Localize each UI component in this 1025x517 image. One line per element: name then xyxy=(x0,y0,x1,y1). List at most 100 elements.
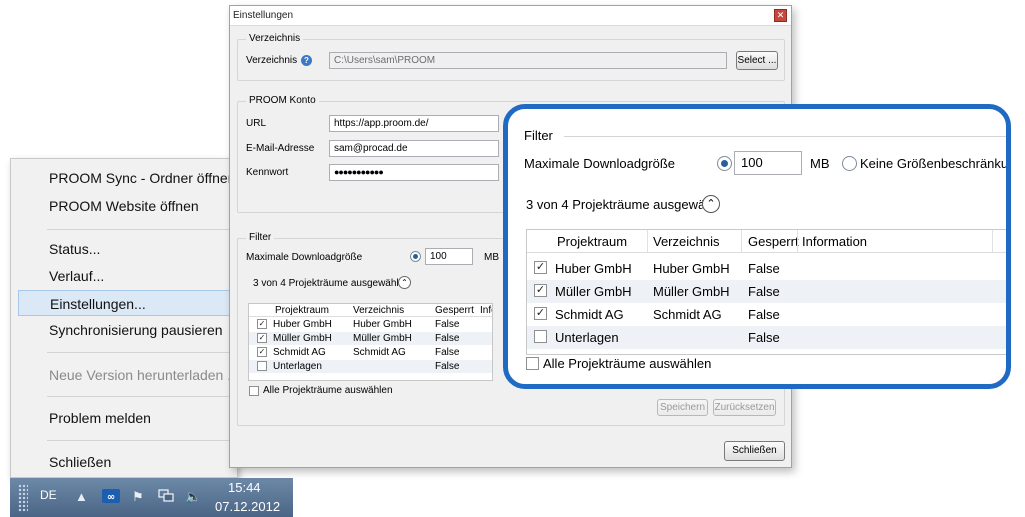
no-limit-radio[interactable] xyxy=(842,156,857,171)
locked-cell: False xyxy=(435,347,460,358)
network-icon[interactable] xyxy=(158,489,174,506)
collapse-chevron-icon[interactable]: ⌃ xyxy=(398,276,411,289)
directory-cell: Huber GmbH xyxy=(653,261,730,276)
directory-cell: Müller GmbH xyxy=(653,284,730,299)
clock-time[interactable]: 15:44 xyxy=(228,480,261,495)
unit-label: MB xyxy=(484,252,499,263)
email-field[interactable]: sam@procad.de xyxy=(329,140,499,157)
project-cell: Schmidt AG xyxy=(273,347,326,358)
volume-icon[interactable]: 🔈 xyxy=(185,489,201,505)
save-button: Speichern xyxy=(657,399,708,416)
column-header[interactable]: Verzeichnis xyxy=(353,304,404,317)
select-all-checkbox[interactable] xyxy=(249,386,259,396)
row-checkbox[interactable]: ✓ xyxy=(534,261,547,274)
menu-item-report-problem[interactable]: Problem melden xyxy=(18,405,232,431)
max-download-field-zoom[interactable]: 100 xyxy=(734,151,802,175)
svg-text:∞: ∞ xyxy=(107,492,115,503)
table-row[interactable]: ✓ Schmidt AG Schmidt AG False xyxy=(527,303,1006,326)
project-cell: Schmidt AG xyxy=(555,307,624,322)
row-checkbox[interactable]: ✓ xyxy=(257,333,267,343)
row-checkbox[interactable]: ✓ xyxy=(257,347,267,357)
max-download-field[interactable]: 100 xyxy=(425,248,473,265)
help-icon[interactable]: ? xyxy=(301,55,312,66)
column-header-directory[interactable]: Verzeichnis xyxy=(653,230,719,253)
proom-tray-icon[interactable]: ∞ xyxy=(102,489,120,506)
select-directory-button[interactable]: Select ... xyxy=(736,51,778,70)
project-table-small: Projektraum Verzeichnis Gesperrt Inform … xyxy=(248,303,493,381)
menu-item-settings[interactable]: Einstellungen... xyxy=(18,290,232,316)
project-cell: Müller GmbH xyxy=(273,333,332,344)
select-all-label-zoom: Alle Projekträume auswählen xyxy=(543,356,712,371)
directory-cell: Müller GmbH xyxy=(353,333,412,344)
max-download-label: Maximale Downloadgröße xyxy=(246,252,363,263)
filter-group-label-zoom: Filter xyxy=(524,128,553,143)
project-cell: Müller GmbH xyxy=(555,284,632,299)
menu-item-open-website[interactable]: PROOM Website öffnen xyxy=(18,193,232,219)
menu-separator xyxy=(47,396,229,397)
select-all-checkbox-zoom[interactable] xyxy=(526,357,539,370)
clock-date[interactable]: 07.12.2012 xyxy=(215,499,280,514)
column-header-locked[interactable]: Gesperrt xyxy=(748,230,799,253)
taskbar: DE ▲ ∞ ⚑ 🔈 15:44 07.12.2012 xyxy=(10,478,293,517)
directory-cell: Huber GmbH xyxy=(353,319,412,330)
column-header-information[interactable]: Information xyxy=(802,230,867,253)
title-bar[interactable]: Einstellungen ✕ xyxy=(230,6,791,26)
menu-item-history[interactable]: Verlauf... xyxy=(18,263,232,289)
column-divider[interactable] xyxy=(797,230,798,253)
column-divider[interactable] xyxy=(992,230,993,253)
table-row[interactable]: ✓ Müller GmbH Müller GmbH False xyxy=(249,332,492,345)
window-title: Einstellungen xyxy=(233,10,294,21)
column-divider[interactable] xyxy=(647,230,648,253)
table-row[interactable]: ✓ Huber GmbH Huber GmbH False xyxy=(249,318,492,331)
column-header[interactable]: Projektraum xyxy=(275,304,329,317)
menu-item-pause-sync[interactable]: Synchronisierung pausieren xyxy=(18,317,232,343)
project-table: Projektraum Verzeichnis Gesperrt Informa… xyxy=(526,229,1006,355)
locked-cell: False xyxy=(435,333,460,344)
close-button[interactable]: Schließen xyxy=(724,441,785,461)
reset-button: Zurücksetzen xyxy=(713,399,776,416)
project-cell: Unterlagen xyxy=(555,330,619,345)
project-cell: Huber GmbH xyxy=(555,261,632,276)
tray-context-menu: PROOM Sync - Ordner öffnen PROOM Website… xyxy=(10,158,238,478)
max-download-label-zoom: Maximale Downloadgröße xyxy=(524,156,676,171)
show-hidden-icons-icon[interactable]: ▲ xyxy=(75,489,88,504)
table-row[interactable]: Unterlagen False xyxy=(249,360,492,373)
project-cell: Unterlagen xyxy=(273,361,322,372)
table-row[interactable]: ✓ Schmidt AG Schmidt AG False xyxy=(249,346,492,359)
email-label: E-Mail-Adresse xyxy=(246,143,315,154)
table-row[interactable]: ✓ Müller GmbH Müller GmbH False xyxy=(527,280,1006,303)
directory-cell: Schmidt AG xyxy=(653,307,722,322)
close-icon: ✕ xyxy=(776,10,785,20)
url-field[interactable]: https://app.proom.de/ xyxy=(329,115,499,132)
column-header[interactable]: Inform xyxy=(480,304,492,317)
selection-summary-zoom: 3 von 4 Projekträume ausgewählt xyxy=(526,197,719,212)
row-checkbox[interactable]: ✓ xyxy=(534,284,547,297)
locked-cell: False xyxy=(748,330,780,345)
password-field[interactable]: ●●●●●●●●●●● xyxy=(329,164,499,181)
menu-item-close[interactable]: Schließen xyxy=(18,449,232,475)
directory-field[interactable]: C:\Users\sam\PROOM xyxy=(329,52,727,69)
column-header-project[interactable]: Projektraum xyxy=(557,230,627,253)
row-checkbox[interactable] xyxy=(257,361,267,371)
column-divider[interactable] xyxy=(741,230,742,253)
project-cell: Huber GmbH xyxy=(273,319,332,330)
row-checkbox[interactable]: ✓ xyxy=(257,319,267,329)
close-window-button[interactable]: ✕ xyxy=(774,9,787,22)
table-row[interactable]: ✓ Huber GmbH Huber GmbH False xyxy=(527,257,1006,280)
locked-cell: False xyxy=(435,361,460,372)
menu-item-status[interactable]: Status... xyxy=(18,236,232,262)
no-limit-label: Keine Größenbeschränkung xyxy=(860,156,1011,171)
row-checkbox[interactable] xyxy=(534,330,547,343)
directory-cell: Schmidt AG xyxy=(353,347,406,358)
language-indicator[interactable]: DE xyxy=(40,488,57,502)
collapse-chevron-icon[interactable]: ⌃ xyxy=(702,195,720,213)
column-header[interactable]: Gesperrt xyxy=(435,304,474,317)
max-download-radio[interactable] xyxy=(410,251,421,262)
max-download-radio-zoom[interactable] xyxy=(717,156,732,171)
url-label: URL xyxy=(246,118,267,129)
action-center-flag-icon[interactable]: ⚑ xyxy=(132,489,144,505)
taskbar-grip-icon[interactable] xyxy=(18,484,28,512)
table-row[interactable]: Unterlagen False xyxy=(527,326,1006,349)
menu-item-open-folder[interactable]: PROOM Sync - Ordner öffnen xyxy=(18,165,232,191)
row-checkbox[interactable]: ✓ xyxy=(534,307,547,320)
